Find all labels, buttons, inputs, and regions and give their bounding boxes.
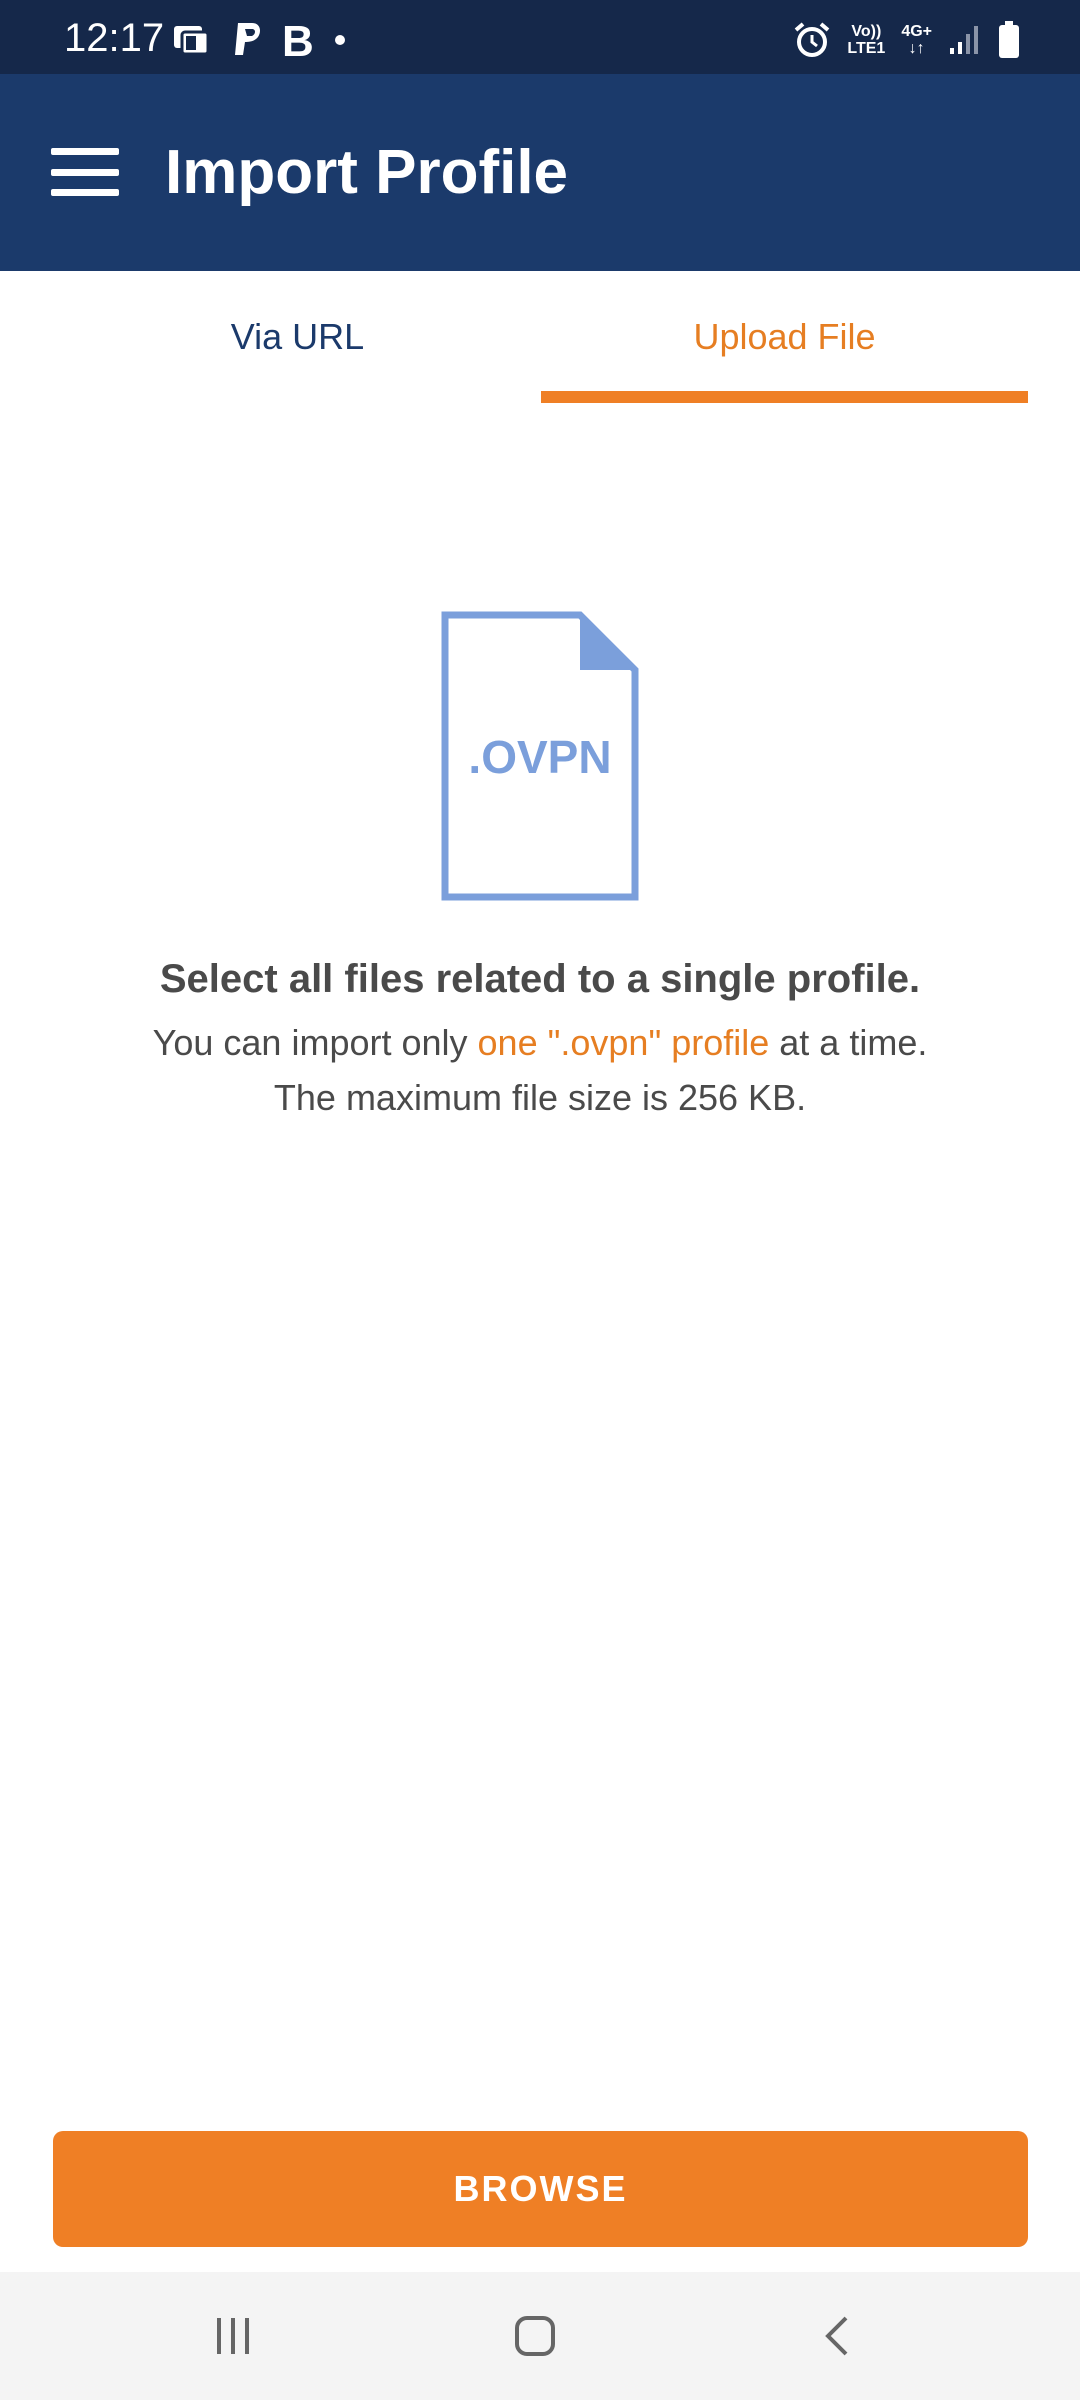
wallet-icon <box>174 26 210 56</box>
battery-icon <box>999 21 1019 58</box>
status-system-icons: Vo)) LTE1 4G+ ↓↑ <box>793 18 1020 62</box>
data-arrows-icon: ↓↑ <box>908 40 925 57</box>
svg-text:B: B <box>282 20 314 60</box>
browse-button[interactable]: BROWSE <box>53 2131 1028 2247</box>
import-limit-pre: You can import only <box>152 1022 478 1063</box>
import-limit-highlight: one ".ovpn" profile <box>477 1022 770 1063</box>
volte-label: Vo)) LTE1 <box>847 23 885 57</box>
signal-icon <box>950 26 978 54</box>
status-time: 12:17 <box>64 16 165 60</box>
network-type: 4G+ <box>901 23 932 40</box>
volte-top: Vo)) <box>851 23 882 40</box>
import-limit-text: You can import only one ".ovpn" profile … <box>0 1022 1080 1064</box>
system-nav-bar <box>0 2272 1080 2400</box>
paypal-icon <box>235 23 260 55</box>
back-button[interactable] <box>788 2296 888 2376</box>
hamburger-menu-icon <box>51 148 119 196</box>
recent-apps-icon <box>217 2318 249 2354</box>
alarm-icon <box>795 22 830 57</box>
instruction-headline: Select all files related to a single pro… <box>159 957 921 1001</box>
page-title: Import Profile <box>165 138 569 207</box>
active-tab-indicator <box>541 391 1028 403</box>
network-type-label: 4G+ ↓↑ <box>901 23 932 57</box>
menu-button[interactable] <box>40 132 130 212</box>
max-file-size-text: The maximum file size is 256 KB. <box>273 1077 807 1118</box>
tab-bar: Via URL Upload File <box>54 271 1028 403</box>
home-button[interactable] <box>485 2296 585 2376</box>
home-icon <box>515 2316 555 2356</box>
tab-via-url[interactable]: Via URL <box>54 271 541 403</box>
file-extension-label: .OVPN <box>468 731 611 783</box>
app-bar: Import Profile <box>0 74 1080 271</box>
import-limit-post: at a time. <box>769 1022 928 1063</box>
status-bar: 12:17 B Vo)) LTE1 4G+ ↓↑ <box>0 0 1080 74</box>
recent-apps-button[interactable] <box>183 2296 283 2376</box>
tab-upload-file[interactable]: Upload File <box>541 271 1028 403</box>
status-notification-icons: B <box>172 18 346 62</box>
back-icon <box>825 2316 848 2356</box>
dot-icon <box>335 35 345 45</box>
ovpn-file-icon: .OVPN <box>441 611 639 901</box>
bold-b-icon: B <box>282 20 314 60</box>
volte-bottom: LTE1 <box>847 40 886 57</box>
